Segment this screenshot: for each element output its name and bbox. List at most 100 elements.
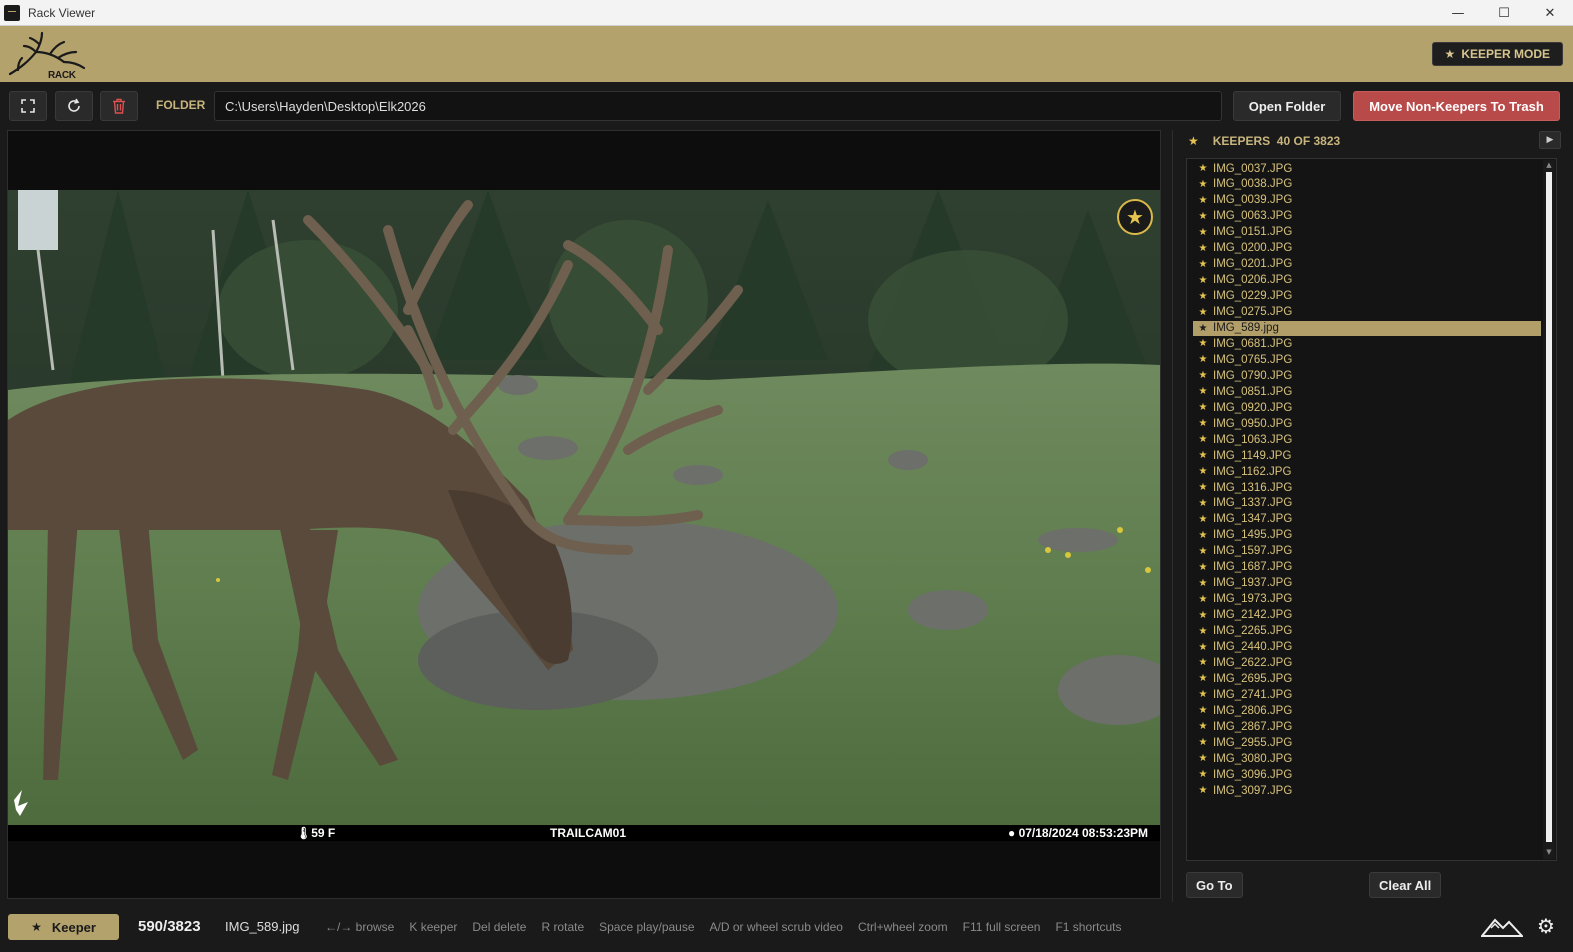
keeper-list-item[interactable]: ★ IMG_0851.JPG	[1193, 384, 1541, 399]
keeper-list-item[interactable]: ★ IMG_0950.JPG	[1193, 416, 1541, 431]
star-icon: ★	[1198, 402, 1208, 414]
keeper-filename: IMG_1937.JPG	[1213, 577, 1293, 590]
temperature-readout: 🌡59 F	[296, 826, 336, 840]
status-bar: ★ Keeper 590/3823 IMG_589.jpg ←/→ browse…	[0, 902, 1573, 952]
keeper-list-item[interactable]: ★ IMG_0275.JPG	[1193, 305, 1541, 320]
keeper-button-label: Keeper	[51, 919, 96, 935]
keeper-list-item[interactable]: ★ IMG_1063.JPG	[1193, 432, 1541, 447]
star-icon: ★	[1198, 290, 1208, 302]
star-icon: ★	[1198, 258, 1208, 270]
keeper-list-item[interactable]: ★ IMG_589.jpg	[1193, 320, 1541, 336]
move-non-keepers-to-trash-button[interactable]: Move Non-Keepers To Trash	[1353, 91, 1560, 121]
star-icon: ★	[1198, 705, 1208, 717]
temperature-value: 59 F	[311, 826, 336, 840]
keeper-list-item[interactable]: ★ IMG_2142.JPG	[1193, 608, 1541, 623]
keeper-filename: IMG_2142.JPG	[1213, 609, 1293, 622]
keeper-list-item[interactable]: ★ IMG_3080.JPG	[1193, 751, 1541, 766]
keeper-filename: IMG_0851.JPG	[1213, 385, 1293, 398]
keeper-list-item[interactable]: ★ IMG_2695.JPG	[1193, 671, 1541, 686]
keepers-list-scrollbar[interactable]: ▲ ▼	[1543, 160, 1555, 859]
keeper-list-item[interactable]: ★ IMG_1597.JPG	[1193, 544, 1541, 559]
keeper-list-item[interactable]: ★ IMG_0038.JPG	[1193, 177, 1541, 192]
keeper-list-item[interactable]: ★ IMG_1149.JPG	[1193, 448, 1541, 463]
keeper-list-item[interactable]: ★ IMG_0151.JPG	[1193, 225, 1541, 240]
keeper-list-item[interactable]: ★ IMG_2265.JPG	[1193, 624, 1541, 639]
keepers-count: 40 OF 3823	[1276, 134, 1341, 148]
clear-all-button[interactable]: Clear All	[1369, 872, 1442, 898]
star-icon: ★	[1198, 466, 1208, 478]
scroll-up-icon[interactable]: ▲	[1544, 161, 1554, 171]
keeper-list-item[interactable]: ★ IMG_0790.JPG	[1193, 368, 1541, 383]
keeper-list-item[interactable]: ★ IMG_0206.JPG	[1193, 273, 1541, 288]
keeper-list-item[interactable]: ★ IMG_1337.JPG	[1193, 496, 1541, 511]
keeper-list-item[interactable]: ★ IMG_1347.JPG	[1193, 512, 1541, 527]
keepers-list[interactable]: ▲ ▼ ★ IMG_0037.JPG ★ IMG_0038.JPG ★ IMG_0039.…	[1186, 158, 1557, 861]
app-icon	[4, 4, 20, 21]
keeper-filename: IMG_0920.JPG	[1213, 401, 1293, 414]
keeper-list-item[interactable]: ★ IMG_2955.JPG	[1193, 735, 1541, 750]
photo-info-bar: 🌡59 F TRAILCAM01 ● 07/18/2024 08:53:23PM	[8, 825, 1160, 841]
keeper-list-item[interactable]: ★ IMG_0229.JPG	[1193, 289, 1541, 304]
delete-button[interactable]	[100, 91, 138, 121]
keeper-list-item[interactable]: ★ IMG_1937.JPG	[1193, 576, 1541, 591]
keeper-list-item[interactable]: ★ IMG_2741.JPG	[1193, 687, 1541, 702]
folder-path-input[interactable]	[214, 91, 1222, 121]
keeper-list-item[interactable]: ★ IMG_1973.JPG	[1193, 592, 1541, 607]
keeper-filename: IMG_2695.JPG	[1213, 672, 1293, 685]
star-icon: ★	[1198, 577, 1208, 589]
keeper-list-item[interactable]: ★ IMG_0037.JPG	[1193, 161, 1541, 176]
maximize-button[interactable]: ☐	[1481, 0, 1527, 26]
star-icon: ★	[1198, 210, 1208, 222]
keeper-list-item[interactable]: ★ IMG_3096.JPG	[1193, 767, 1541, 782]
elk-photo-image	[8, 190, 1160, 826]
fullscreen-icon	[21, 99, 35, 113]
keeper-list-item[interactable]: ★ IMG_0920.JPG	[1193, 400, 1541, 415]
collapse-sidebar-button[interactable]: ▶	[1539, 131, 1561, 149]
shortcut-hint: ←/→ browse	[325, 920, 395, 934]
keeper-list-item[interactable]: ★ IMG_0063.JPG	[1193, 209, 1541, 224]
keeper-list-item[interactable]: ★ IMG_0039.JPG	[1193, 193, 1541, 208]
keeper-list-item[interactable]: ★ IMG_0200.JPG	[1193, 241, 1541, 256]
open-folder-button[interactable]: Open Folder	[1233, 91, 1341, 121]
keeper-list-item[interactable]: ★ IMG_2806.JPG	[1193, 703, 1541, 718]
minimize-button[interactable]: —	[1435, 0, 1481, 26]
star-icon: ★	[1198, 386, 1208, 398]
star-icon: ★	[1198, 178, 1208, 190]
star-icon: ★	[1198, 689, 1208, 701]
gear-icon[interactable]: ⚙	[1537, 914, 1555, 938]
star-icon: ★	[1198, 450, 1208, 462]
star-icon: ★	[1198, 354, 1208, 366]
keeper-list-item[interactable]: ★ IMG_2867.JPG	[1193, 719, 1541, 734]
keeper-list-item[interactable]: ★ IMG_1495.JPG	[1193, 528, 1541, 543]
shortcut-hint: Ctrl+wheel zoom	[857, 920, 948, 934]
keeper-list-item[interactable]: ★ IMG_1687.JPG	[1193, 560, 1541, 575]
keeper-list-item[interactable]: ★ IMG_2440.JPG	[1193, 640, 1541, 655]
capture-datetime-value: 07/18/2024 08:53:23PM	[1018, 826, 1148, 840]
keeper-list-item[interactable]: ★ IMG_0681.JPG	[1193, 336, 1541, 351]
keeper-filename: IMG_1316.JPG	[1213, 481, 1293, 494]
scrollbar-thumb[interactable]	[1546, 172, 1552, 842]
refresh-button[interactable]	[55, 91, 93, 121]
keeper-star-badge-icon[interactable]: ★	[1117, 199, 1153, 235]
keeper-list-item[interactable]: ★ IMG_0765.JPG	[1193, 352, 1541, 367]
keeper-filename: IMG_0039.JPG	[1213, 194, 1293, 207]
star-icon: ★	[1198, 274, 1208, 286]
keeper-list-item[interactable]: ★ IMG_2622.JPG	[1193, 655, 1541, 670]
keeper-button[interactable]: ★ Keeper	[8, 914, 119, 940]
scroll-down-icon[interactable]: ▼	[1544, 848, 1554, 858]
close-button[interactable]: ✕	[1527, 0, 1573, 26]
keeper-filename: IMG_0038.JPG	[1213, 178, 1293, 191]
keeper-list-item[interactable]: ★ IMG_1316.JPG	[1193, 480, 1541, 495]
image-viewer[interactable]: 🌡59 F TRAILCAM01 ● 07/18/2024 08:53:23PM…	[7, 130, 1161, 899]
keeper-mode-toggle[interactable]: ★ KEEPER MODE	[1431, 42, 1563, 66]
mountain-icon[interactable]	[1479, 914, 1525, 943]
keeper-list-item[interactable]: ★ IMG_3097.JPG	[1193, 783, 1541, 798]
star-icon: ★	[1198, 545, 1208, 557]
keeper-filename: IMG_0206.JPG	[1213, 274, 1293, 287]
keeper-list-item[interactable]: ★ IMG_1162.JPG	[1193, 464, 1541, 479]
keeper-filename: IMG_2867.JPG	[1213, 720, 1293, 733]
keeper-list-item[interactable]: ★ IMG_0201.JPG	[1193, 257, 1541, 272]
go-to-button[interactable]: Go To	[1186, 872, 1243, 898]
fullscreen-button[interactable]	[9, 91, 47, 121]
window-controls: — ☐ ✕	[1435, 0, 1573, 26]
